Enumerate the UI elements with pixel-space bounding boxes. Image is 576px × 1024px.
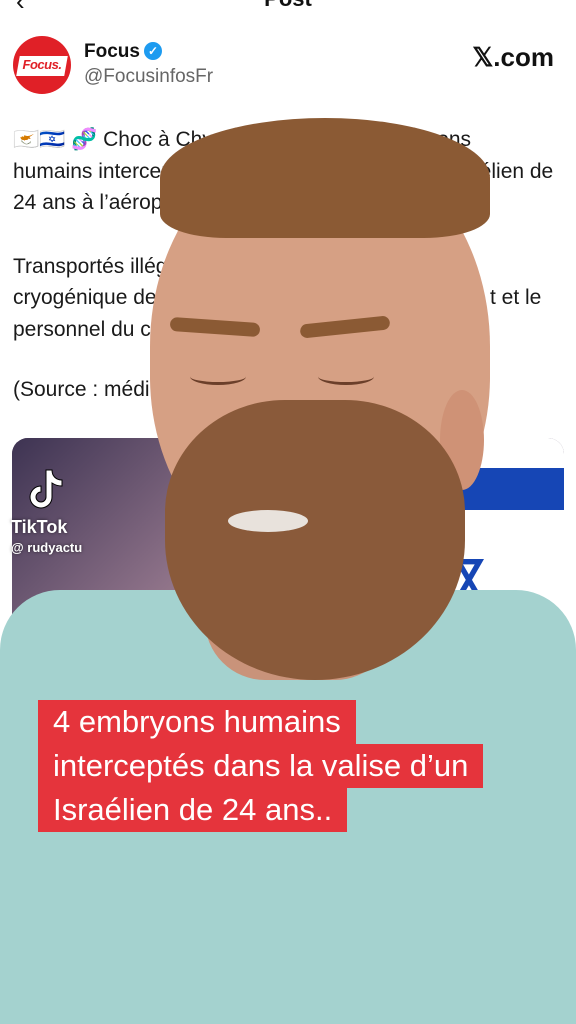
account-name[interactable]: Focus [84, 41, 140, 63]
tiktok-brand: TikTok [11, 517, 68, 537]
eye [318, 368, 374, 385]
video-frame: ‹ Post Focus. Focus ✓ @FocusinfosFr 𝕏.co… [0, 0, 576, 1024]
x-com-logo: 𝕏.com [472, 42, 554, 72]
post-text-line: cryogénique de [13, 286, 157, 309]
page-title: Post [0, 0, 576, 12]
avatar-logo-text: Focus. [22, 57, 62, 72]
post-text-line: 24 ans à l’aéropor [13, 191, 182, 214]
person-mouth [228, 510, 308, 532]
caption-line: Israélien de 24 ans.. [38, 788, 348, 832]
caption-line: interceptés dans la valise d’un [38, 744, 484, 788]
post-text-line: t et le [490, 286, 542, 309]
post-text-line: personnel du ce [13, 318, 163, 341]
eye [190, 368, 246, 385]
account-handle[interactable]: @FocusinfosFr [84, 66, 213, 88]
tiktok-username: @ rudyactu [11, 540, 83, 555]
caption-line: 4 embryons humains [38, 700, 356, 744]
post-topbar: ‹ Post [0, 0, 576, 16]
verified-badge-icon: ✓ [144, 42, 162, 60]
post-text-line: (Source : médi [13, 378, 150, 401]
person-beard [165, 400, 465, 680]
person-hair [160, 118, 490, 238]
post-text-line: Transportés illég [13, 255, 168, 278]
tiktok-logo-icon [29, 469, 63, 509]
avatar[interactable]: Focus. [13, 36, 71, 94]
